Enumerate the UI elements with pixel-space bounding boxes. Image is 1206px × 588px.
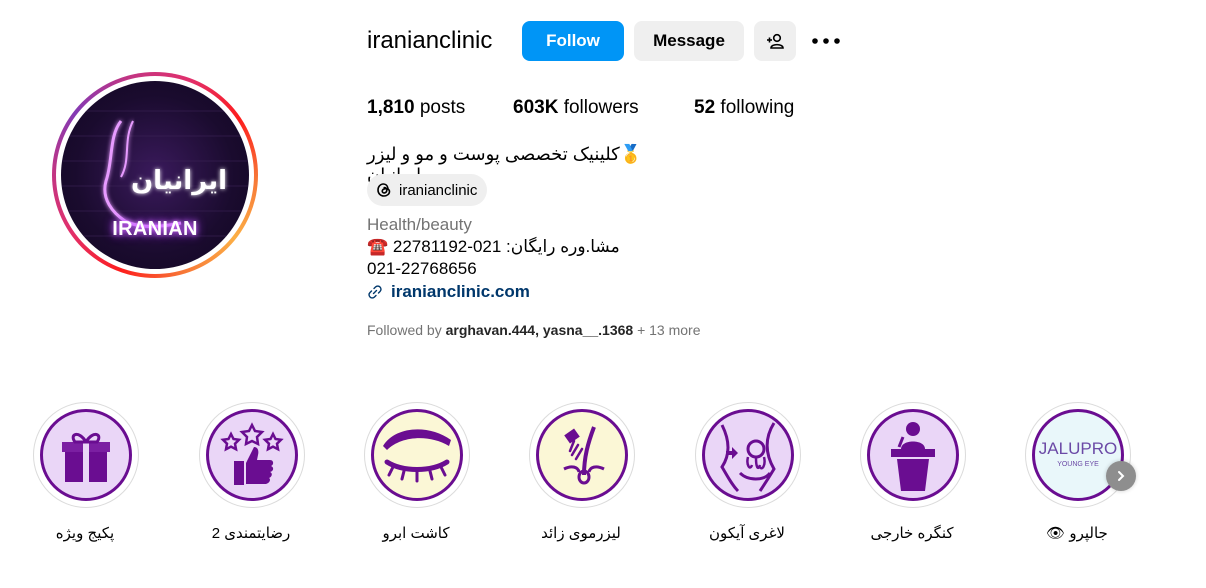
highlight-item[interactable]: کاشت ابرو xyxy=(333,402,499,552)
avatar-image: ایرانیان IRANIAN xyxy=(61,81,249,269)
bio-line-phone: ☎️ مشا.وره رایگان: 021-22781192 xyxy=(367,237,620,256)
highlight-label: جالپرو 👁 xyxy=(1046,525,1108,542)
body-slimming-icon xyxy=(720,422,776,493)
eyebrow-eye-icon xyxy=(383,429,451,483)
threads-handle: iranianclinic xyxy=(399,181,478,199)
highlight-ring xyxy=(33,402,139,508)
highlight-ring xyxy=(199,402,305,508)
avatar-gap: ایرانیان IRANIAN xyxy=(56,76,254,274)
highlight-label: کنگره خارجی xyxy=(870,525,954,542)
podium-speaker-icon xyxy=(891,422,935,491)
highlight-ring xyxy=(860,402,966,508)
profile-category: Health/beauty xyxy=(367,215,472,234)
following-label: following xyxy=(720,97,795,118)
more-options-button[interactable] xyxy=(810,30,842,52)
highlight-ring xyxy=(364,402,470,508)
gift-icon xyxy=(62,433,110,482)
highlight-item[interactable]: رضایتمندی 2 xyxy=(168,402,334,552)
threads-icon xyxy=(377,183,391,197)
message-button[interactable]: Message xyxy=(634,21,744,61)
website-link-text[interactable]: iranianclinic.com xyxy=(391,282,530,302)
profile-username: iranianclinic xyxy=(367,27,493,54)
following-stat[interactable]: 52 following xyxy=(694,97,794,119)
followers-stat[interactable]: 603K followers xyxy=(513,97,639,119)
website-link[interactable]: iranianclinic.com xyxy=(367,282,530,302)
highlight-ring: JALUPRO YOUNG EYE xyxy=(1025,402,1131,508)
follow-button[interactable]: Follow xyxy=(522,21,624,61)
threads-badge[interactable]: iranianclinic xyxy=(367,174,488,206)
followed-by-prefix: Followed by xyxy=(367,322,442,338)
highlight-ring xyxy=(695,402,801,508)
highlight-ring xyxy=(529,402,635,508)
highlight-label: پکیج ویژه xyxy=(55,525,115,542)
avatar-brand-text: IRANIAN xyxy=(112,218,198,240)
highlight-item[interactable]: کنگره خارجی xyxy=(829,402,995,552)
profile-avatar[interactable]: ایرانیان IRANIAN xyxy=(52,72,258,278)
highlight-label: رضایتمندی 2 xyxy=(211,525,291,542)
followers-count: 603K xyxy=(513,97,559,118)
highlight-cover xyxy=(702,409,794,501)
highlights-next-button[interactable] xyxy=(1106,461,1136,491)
following-count: 52 xyxy=(694,97,716,118)
jalupro-logo-text: JALUPRO xyxy=(1039,439,1117,458)
highlight-cover xyxy=(867,409,959,501)
laser-hair-icon xyxy=(563,426,605,485)
followed-by-more[interactable]: + 13 more xyxy=(637,322,700,338)
highlight-label: لیزرموی زائد xyxy=(541,525,621,542)
suggested-users-button[interactable] xyxy=(754,21,796,61)
highlight-cover xyxy=(206,409,298,501)
highlight-item[interactable]: لاغری آیکون xyxy=(664,402,830,552)
followers-label: followers xyxy=(563,97,639,118)
add-person-icon xyxy=(767,33,784,49)
highlight-item[interactable]: پکیج ویژه xyxy=(2,402,168,552)
posts-label: posts xyxy=(419,97,466,118)
chevron-right-icon xyxy=(1118,471,1125,481)
highlight-label: لاغری آیکون xyxy=(709,525,785,542)
followed-by[interactable]: Followed by arghavan.444, yasna__.1368 +… xyxy=(367,322,701,338)
thumbs-up-stars-icon xyxy=(220,422,284,485)
followed-by-users[interactable]: arghavan.444, yasna__.1368 xyxy=(446,322,634,338)
highlight-cover xyxy=(371,409,463,501)
highlight-cover xyxy=(40,409,132,501)
more-horizontal-icon xyxy=(812,38,840,44)
highlight-cover xyxy=(536,409,628,501)
posts-stat: 1,810 posts xyxy=(367,97,465,119)
jalupro-logo-sub: YOUNG EYE xyxy=(1057,461,1099,468)
highlight-item[interactable]: لیزرموی زائد xyxy=(498,402,664,552)
highlight-label: کاشت ابرو xyxy=(382,525,450,542)
posts-count: 1,810 xyxy=(367,97,415,118)
avatar-logo-text: ایرانیان xyxy=(131,166,227,196)
bio-line-phone-2: 021-22768656 xyxy=(367,259,477,278)
link-icon xyxy=(368,285,382,299)
